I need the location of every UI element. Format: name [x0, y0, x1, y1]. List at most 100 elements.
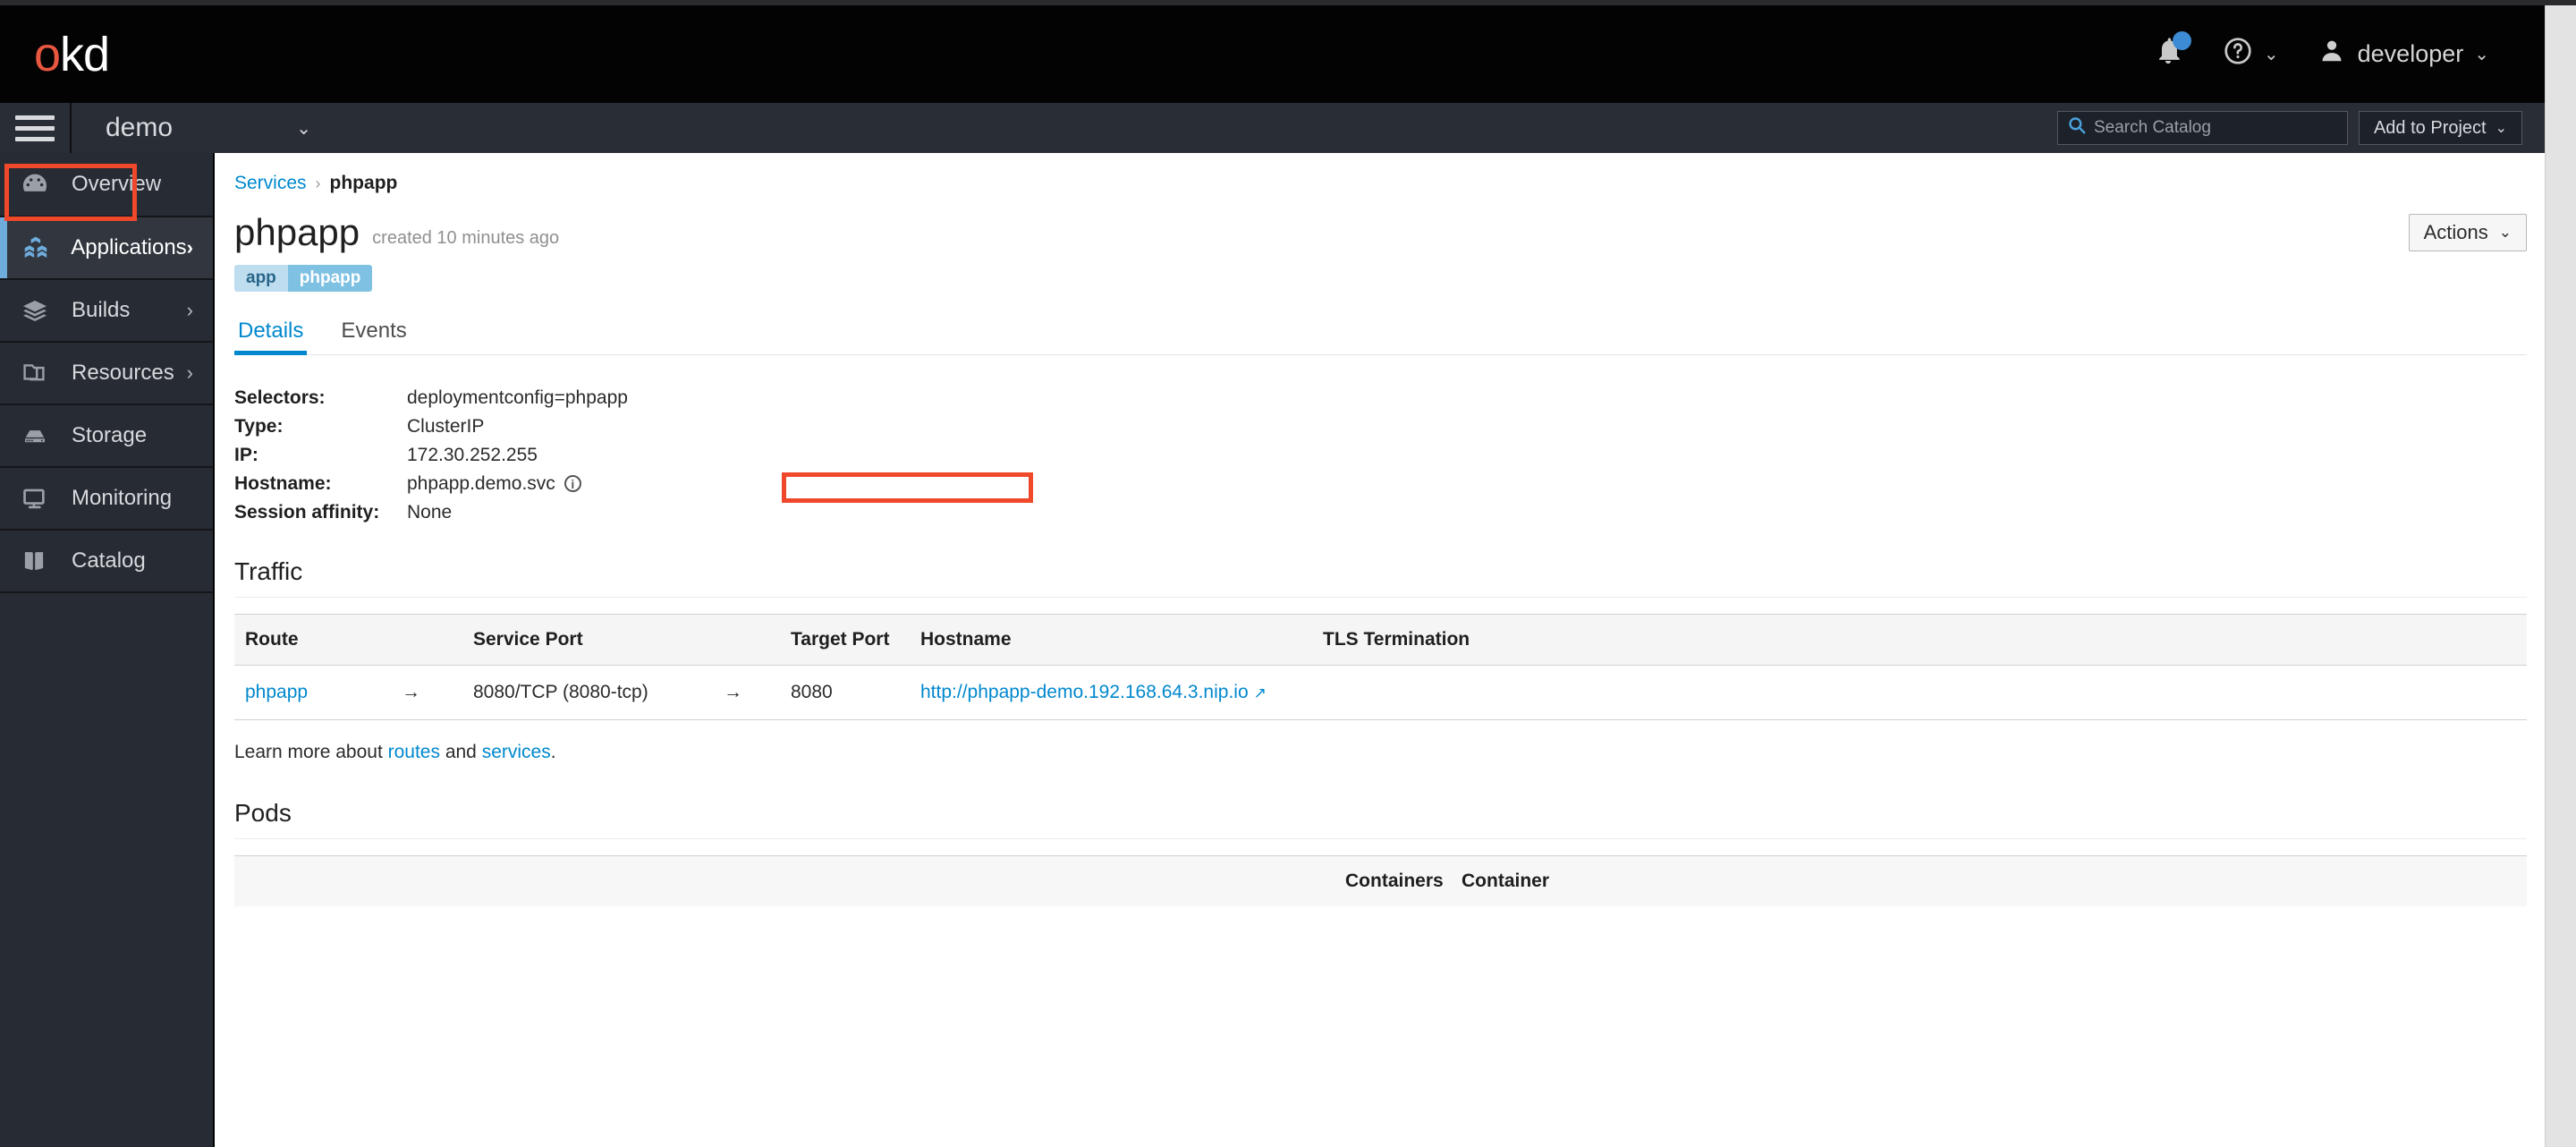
sidebar-item-label: Catalog — [72, 548, 146, 574]
tab-bar: Details Events — [234, 319, 2527, 355]
browser-window: okd ⌄ — [0, 0, 2576, 1147]
project-name-label: demo — [106, 113, 173, 143]
column-header-service-port: Service Port — [462, 614, 713, 665]
detail-row-hostname: Hostname: phpapp.demo.svc i — [234, 470, 2527, 498]
sidebar-item-resources[interactable]: Resources › — [0, 343, 213, 405]
breadcrumb: Services › phpapp — [234, 153, 2527, 194]
tab-label: Details — [238, 319, 303, 343]
chevron-right-icon: › — [316, 174, 321, 193]
page-scrollbar[interactable] — [2545, 5, 2576, 1147]
column-header-container: Container — [1451, 855, 2527, 906]
page-subtitle: created 10 minutes ago — [372, 228, 559, 251]
detail-value: deploymentconfig=phpapp — [407, 384, 628, 412]
tab-details[interactable]: Details — [234, 319, 307, 354]
cell-route: phpapp — [234, 665, 391, 719]
hostname-link[interactable]: http://phpapp-demo.192.168.64.3.nip.io ↗ — [920, 682, 1267, 702]
detail-row-type: Type: ClusterIP — [234, 412, 2527, 441]
learn-more-text: Learn more about routes and services. — [234, 742, 2527, 763]
cell-hostname: http://phpapp-demo.192.168.64.3.nip.io ↗ — [910, 665, 1312, 719]
sidebar-item-builds[interactable]: Builds › — [0, 280, 213, 343]
services-link[interactable]: services — [482, 742, 551, 762]
tab-events[interactable]: Events — [337, 319, 410, 354]
traffic-table: Route Service Port Target Port Hostname … — [234, 614, 2527, 720]
project-bar: demo ⌄ Add to Project ⌄ — [0, 103, 2545, 153]
catalog-search[interactable] — [2057, 111, 2348, 145]
detail-value: None — [407, 498, 452, 527]
layers-icon — [20, 295, 66, 326]
files-icon — [20, 358, 66, 388]
search-input[interactable] — [2094, 118, 2338, 138]
logo-letters-kd: kd — [60, 27, 109, 82]
chevron-down-icon: ⌄ — [2264, 43, 2279, 65]
help-menu-button[interactable]: ⌄ — [2203, 5, 2299, 103]
chevron-down-icon: ⌄ — [2474, 43, 2489, 65]
sidebar-item-catalog[interactable]: Catalog — [0, 531, 213, 593]
cell-tls-termination — [1312, 665, 2527, 719]
arrow-right-icon: → — [713, 665, 780, 719]
user-menu-button[interactable]: developer ⌄ — [2299, 5, 2509, 103]
table-header-row: Route Service Port Target Port Hostname … — [234, 614, 2527, 665]
detail-value: phpapp.demo.svc — [407, 470, 555, 498]
column-header-route: Route — [234, 614, 391, 665]
chevron-down-icon: ⌄ — [296, 117, 311, 140]
routes-link[interactable]: routes — [388, 742, 440, 762]
sidebar-item-label: Resources — [72, 361, 174, 386]
nav-toggle-button[interactable] — [0, 103, 72, 153]
project-bar-right: Add to Project ⌄ — [2057, 111, 2545, 145]
notifications-button[interactable] — [2133, 5, 2203, 103]
help-circle-icon — [2223, 36, 2253, 72]
detail-row-session-affinity: Session affinity: None — [234, 498, 2527, 527]
user-icon — [2318, 37, 2345, 72]
sidebar-nav: Overview Applications › Builds › — [0, 153, 215, 1147]
masthead: okd ⌄ — [0, 5, 2545, 103]
column-header-containers: Containers — [1335, 855, 1451, 906]
sidebar-item-applications[interactable]: Applications › — [0, 217, 213, 280]
service-details: Selectors: deploymentconfig=phpapp Type:… — [234, 384, 2527, 527]
column-header-pods-blank-1 — [234, 855, 896, 906]
detail-key: Session affinity: — [234, 498, 407, 527]
sidebar-item-monitoring[interactable]: Monitoring — [0, 468, 213, 531]
hamburger-icon — [15, 109, 55, 148]
sidebar-item-label: Builds — [72, 298, 130, 323]
info-icon[interactable]: i — [564, 475, 581, 492]
tab-label: Events — [341, 319, 406, 343]
detail-value: ClusterIP — [407, 412, 484, 441]
user-name-label: developer — [2358, 40, 2464, 68]
detail-row-ip: IP: 172.30.252.255 — [234, 441, 2527, 470]
column-header-pods-blank-2 — [896, 855, 1335, 906]
hostname-link-text: http://phpapp-demo.192.168.64.3.nip.io — [920, 682, 1249, 702]
column-header-hostname: Hostname — [910, 614, 1312, 665]
actions-button[interactable]: Actions ⌄ — [2409, 214, 2527, 251]
detail-key: IP: — [234, 441, 407, 470]
cubes-icon — [20, 233, 65, 263]
okd-logo[interactable]: okd — [34, 27, 109, 82]
sidebar-item-label: Storage — [72, 423, 147, 448]
column-header-spacer-1 — [391, 614, 462, 665]
actions-button-label: Actions — [2424, 221, 2488, 244]
labels-row: app phpapp — [234, 265, 2527, 292]
external-link-icon: ↗ — [1254, 684, 1267, 701]
detail-key: Type: — [234, 412, 407, 441]
sidebar-item-overview[interactable]: Overview — [0, 153, 213, 217]
label-key: app — [234, 265, 288, 292]
detail-row-selectors: Selectors: deploymentconfig=phpapp — [234, 384, 2527, 412]
label-pill[interactable]: app phpapp — [234, 265, 372, 292]
cell-service-port: 8080/TCP (8080-tcp) — [462, 665, 713, 719]
chevron-down-icon: ⌄ — [2499, 224, 2512, 242]
route-link[interactable]: phpapp — [245, 682, 308, 702]
search-icon — [2067, 115, 2087, 140]
sidebar-item-storage[interactable]: Storage — [0, 405, 213, 468]
label-value: phpapp — [288, 265, 373, 292]
sidebar-item-label: Monitoring — [72, 486, 172, 511]
main-content: Services › phpapp phpapp created 10 minu… — [216, 153, 2545, 1147]
project-selector[interactable]: demo ⌄ — [72, 103, 331, 153]
chevron-down-icon: ⌄ — [2496, 119, 2507, 137]
chevron-right-icon: › — [187, 299, 193, 322]
add-to-project-button[interactable]: Add to Project ⌄ — [2359, 111, 2522, 145]
breadcrumb-link-services[interactable]: Services — [234, 173, 307, 194]
table-header-row: Containers Container — [234, 855, 2527, 906]
arrow-right-icon: → — [391, 665, 462, 719]
column-header-tls-termination: TLS Termination — [1312, 614, 2527, 665]
storage-icon — [20, 422, 66, 449]
chevron-right-icon: › — [187, 361, 193, 385]
